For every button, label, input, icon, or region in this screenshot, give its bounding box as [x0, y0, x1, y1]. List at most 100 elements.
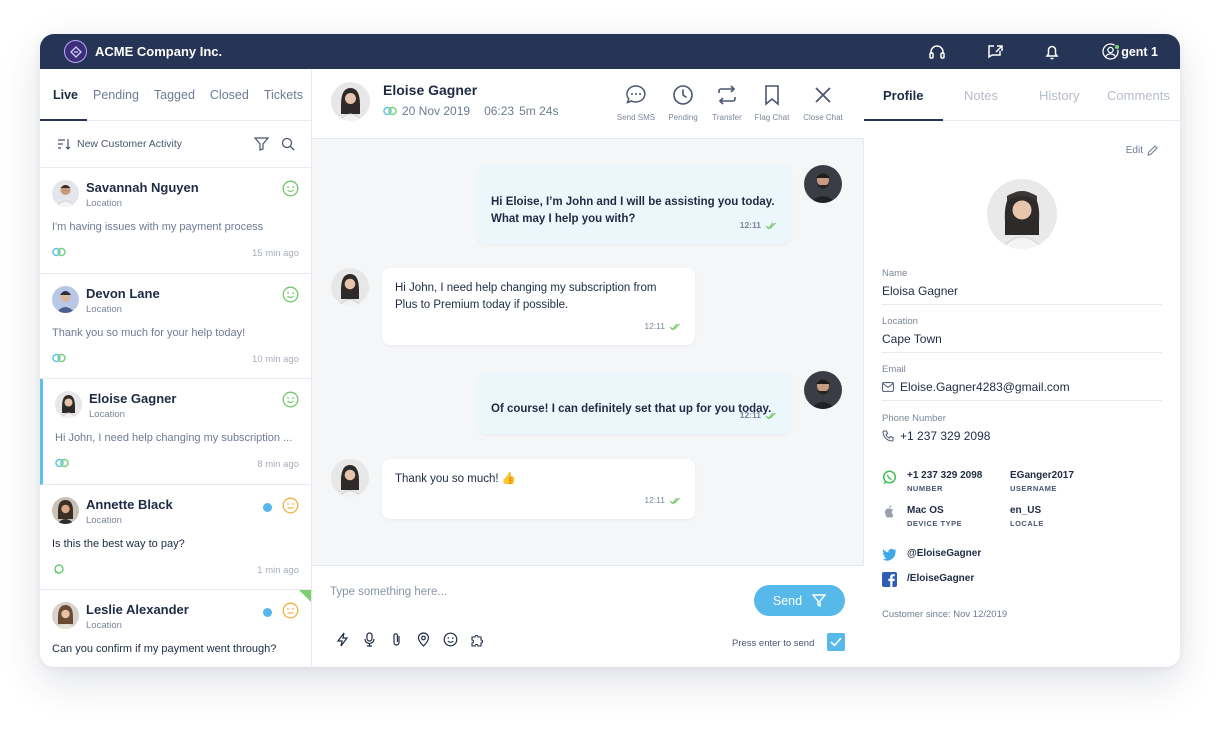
- whatsapp-number: +1 237 329 2098: [907, 470, 983, 481]
- send-button[interactable]: Send: [754, 585, 845, 616]
- company-logo-icon: [64, 40, 87, 63]
- edit-profile-button[interactable]: Edit: [1126, 145, 1158, 156]
- message-preview: Can you confirm if my payment went throu…: [52, 643, 277, 655]
- emoji-icon[interactable]: [443, 632, 458, 647]
- double-check-icon: [669, 497, 680, 504]
- message-preview: Is this the best way to pay?: [52, 537, 185, 550]
- double-check-icon: [669, 323, 680, 330]
- facebook-handle[interactable]: /EloiseGagner: [907, 573, 974, 584]
- conversation-item[interactable]: Leslie Alexander Location Can you confir…: [40, 590, 311, 667]
- agent-message: Hi Eloise, I’m John and I will be assist…: [478, 165, 791, 244]
- double-check-icon: [765, 412, 776, 419]
- agent-menu[interactable]: gent 1: [1102, 43, 1158, 60]
- facebook-row[interactable]: /EloiseGagner: [882, 571, 1172, 601]
- close-chat-button[interactable]: Close Chat: [795, 83, 851, 122]
- tab-history[interactable]: History: [1039, 88, 1079, 103]
- tab-closed[interactable]: Closed: [210, 88, 249, 102]
- send-label: Send: [772, 593, 803, 608]
- tab-pending[interactable]: Pending: [93, 88, 139, 102]
- tab-notes[interactable]: Notes: [964, 88, 998, 103]
- conversation-item[interactable]: Savannah Nguyen Location I'm having issu…: [40, 168, 311, 274]
- locale-label: LOCALE: [1010, 519, 1044, 528]
- customer-avatar: [331, 268, 369, 306]
- agent-message: Of course! I can definitely set that up …: [478, 372, 791, 434]
- unread-dot: [263, 502, 272, 512]
- tab-live[interactable]: Live: [53, 88, 78, 102]
- conversation-item[interactable]: Devon Lane Location Thank you so much fo…: [40, 274, 311, 379]
- tab-tickets[interactable]: Tickets: [264, 88, 303, 102]
- tab-profile[interactable]: Profile: [883, 88, 923, 103]
- top-bar: ACME Company Inc. gent 1: [40, 34, 1180, 69]
- press-enter-label: Press enter to send: [732, 638, 815, 649]
- flag-corner: [299, 590, 311, 602]
- avatar: [55, 391, 82, 418]
- customer-since: Customer since: Nov 12/2019: [882, 609, 1008, 620]
- field-label: Email: [882, 364, 906, 375]
- chat-channel-icon: [52, 353, 66, 362]
- whatsapp-number-label: NUMBER: [907, 484, 943, 493]
- profile-panel: Profile Notes History Comments Edit Name…: [864, 69, 1180, 667]
- neutral-face-icon: [282, 602, 299, 619]
- clock-icon: [673, 85, 693, 105]
- tab-comments[interactable]: Comments: [1107, 88, 1170, 103]
- chat-channel-icon: [383, 106, 397, 116]
- agent-avatar: [804, 165, 842, 203]
- filter-icon[interactable]: [254, 137, 269, 151]
- profile-field-email: Email Eloise.Gagner4283@gmail.com: [882, 364, 1162, 401]
- profile-field-name: Name Eloisa Gagner: [882, 268, 1162, 305]
- avatar: [52, 496, 79, 524]
- tab-tagged[interactable]: Tagged: [154, 88, 195, 102]
- neutral-face-icon: [282, 497, 299, 513]
- transfer-label: Transfer: [712, 113, 742, 122]
- contact-location: Location: [86, 620, 122, 631]
- chat-time: 06:23: [484, 104, 515, 118]
- contact-location: Location: [89, 409, 125, 420]
- send-sms-label: Send SMS: [616, 113, 656, 122]
- message-preview: I'm having issues with my payment proces…: [52, 221, 264, 233]
- location-pin-icon[interactable]: [416, 632, 431, 647]
- smile-icon: [282, 391, 299, 408]
- device-row: Mac OS DEVICE TYPE en_US LOCALE: [882, 504, 1172, 534]
- contact-name: Eloise Gagner: [89, 391, 177, 406]
- headset-icon[interactable]: [927, 42, 947, 62]
- microphone-icon[interactable]: [362, 632, 377, 647]
- field-value[interactable]: +1 237 329 2098: [900, 429, 990, 443]
- device-label: DEVICE TYPE: [907, 519, 963, 528]
- message-preview: Hi John, I need help changing my subscri…: [55, 432, 293, 444]
- envelope-icon: [882, 382, 894, 392]
- contact-location: Location: [86, 303, 122, 315]
- search-icon[interactable]: [281, 137, 295, 151]
- avatar: [52, 285, 79, 313]
- contact-name: Savannah Nguyen: [86, 180, 199, 195]
- device-value: Mac OS: [907, 505, 944, 516]
- sort-icon[interactable]: [57, 138, 71, 150]
- contact-name: Annette Black: [86, 496, 173, 512]
- field-label: Name: [882, 268, 908, 279]
- avatar: [52, 602, 79, 629]
- conversation-item[interactable]: Annette Black Location Is this the best …: [40, 485, 311, 590]
- unread-dot: [263, 608, 272, 617]
- attachment-icon[interactable]: [389, 632, 404, 647]
- flag-chat-label: Flag Chat: [754, 113, 790, 122]
- double-check-icon: [765, 222, 776, 229]
- edit-label: Edit: [1125, 145, 1143, 156]
- field-value[interactable]: Eloise.Gagner4283@gmail.com: [900, 380, 1070, 394]
- composer-tools: [335, 632, 485, 647]
- customer-message: Hi John, I need help changing my subscri…: [382, 268, 695, 345]
- profile-avatar: [987, 179, 1057, 249]
- lightning-icon[interactable]: [335, 632, 350, 647]
- message-input[interactable]: [330, 586, 710, 598]
- flag-chat-button[interactable]: Flag Chat: [744, 83, 800, 122]
- conversation-item-selected[interactable]: Eloise Gagner Location Hi John, I need h…: [40, 379, 311, 485]
- message-time: 12:11: [644, 495, 665, 505]
- close-icon: [815, 87, 831, 103]
- share-chat-icon[interactable]: [985, 42, 1005, 62]
- chat-contact-name: Eloise Gagner: [383, 82, 478, 98]
- bell-icon[interactable]: [1042, 42, 1062, 62]
- sort-label[interactable]: New Customer Activity: [77, 138, 182, 150]
- message-text: Of course! I can definitely set that up …: [491, 402, 772, 415]
- puzzle-icon[interactable]: [470, 632, 485, 647]
- press-enter-checkbox[interactable]: [827, 633, 845, 651]
- twitter-handle[interactable]: @EloiseGagner: [907, 548, 981, 559]
- chat-meta: 20 Nov 2019 06:23 5m 24s: [383, 104, 558, 118]
